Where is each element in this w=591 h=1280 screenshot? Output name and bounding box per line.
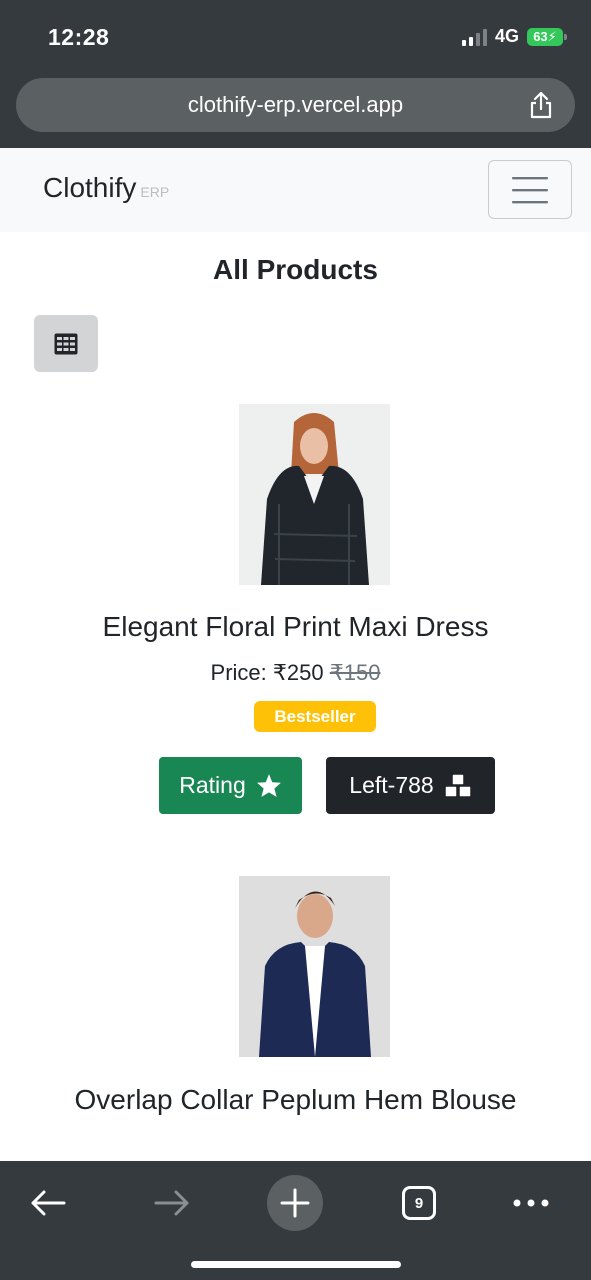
tab-count: 9 bbox=[402, 1186, 436, 1220]
brand-subtitle: ERP bbox=[140, 184, 170, 200]
navbar-toggle-button[interactable] bbox=[488, 160, 572, 219]
product-price: Price: ₹250 bbox=[210, 660, 324, 685]
browser-top-bar: 12:28 4G 63 ⚡ clothify-erp.vercel.app bbox=[0, 0, 591, 148]
app-navbar: Clothify ERP bbox=[0, 148, 591, 232]
product-old-price: ₹150 bbox=[329, 660, 381, 685]
product-image[interactable] bbox=[239, 876, 390, 1057]
boxes-icon bbox=[443, 772, 472, 798]
stock-label: Left-788 bbox=[349, 772, 434, 798]
hamburger-icon bbox=[512, 176, 548, 203]
browser-bottom-bar: 9 bbox=[0, 1161, 591, 1280]
status-indicators: 4G 63 ⚡ bbox=[461, 26, 567, 47]
address-bar[interactable]: clothify-erp.vercel.app bbox=[16, 78, 575, 132]
forward-button[interactable] bbox=[144, 1175, 200, 1231]
new-tab-button[interactable] bbox=[267, 1175, 323, 1231]
grid-view-button[interactable] bbox=[34, 315, 98, 372]
bestseller-badge: Bestseller bbox=[254, 701, 376, 732]
home-indicator bbox=[191, 1261, 401, 1268]
battery-level: 63 bbox=[533, 29, 548, 44]
more-icon bbox=[513, 1199, 549, 1207]
grid-icon bbox=[54, 333, 78, 354]
cellular-signal-icon bbox=[461, 28, 487, 46]
product-title: Elegant Floral Print Maxi Dress bbox=[102, 611, 489, 642]
price-row: Price: ₹250 ₹150 bbox=[0, 660, 591, 686]
rating-button[interactable]: Rating bbox=[159, 757, 302, 814]
more-button[interactable] bbox=[503, 1175, 559, 1231]
brand-logo[interactable]: Clothify ERP bbox=[43, 172, 169, 204]
battery-icon: 63 ⚡ bbox=[527, 27, 567, 46]
page-title: All Products bbox=[213, 254, 378, 285]
network-type: 4G bbox=[494, 26, 519, 46]
brand-name: Clothify bbox=[43, 172, 137, 203]
back-arrow-icon bbox=[31, 1190, 66, 1216]
status-time: 12:28 bbox=[48, 24, 110, 50]
product-title: Overlap Collar Peplum Hem Blouse bbox=[74, 1084, 517, 1115]
tabs-button[interactable]: 9 bbox=[391, 1175, 447, 1231]
forward-arrow-icon bbox=[154, 1190, 189, 1216]
star-icon bbox=[256, 774, 281, 797]
rating-label: Rating bbox=[179, 772, 246, 798]
plus-icon bbox=[280, 1188, 310, 1218]
url-text: clothify-erp.vercel.app bbox=[187, 92, 404, 117]
back-button[interactable] bbox=[20, 1175, 76, 1231]
share-icon[interactable] bbox=[527, 90, 555, 120]
stock-button[interactable]: Left-788 bbox=[326, 757, 495, 814]
product-image[interactable] bbox=[239, 404, 390, 585]
